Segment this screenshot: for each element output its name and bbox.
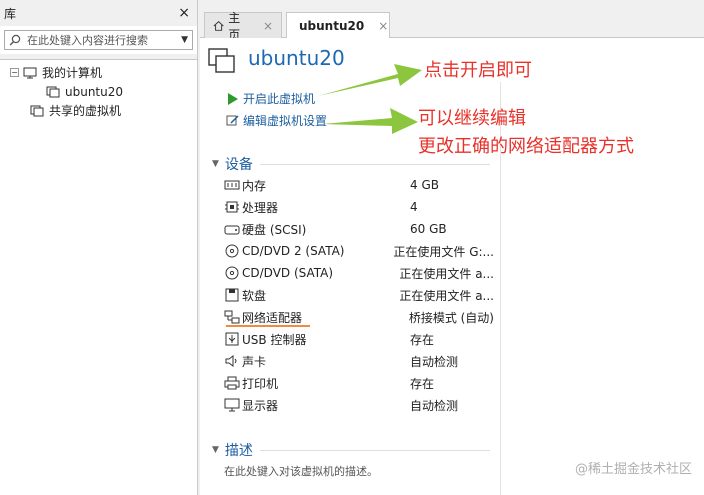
arrow-edit-settings (322, 108, 418, 134)
arrow-power-on (318, 64, 422, 96)
watermark: @稀土掘金技术社区 (574, 462, 692, 477)
annotation-edit-line1: 可以继续编辑 (418, 108, 526, 129)
annotation-edit-line2: 更改正确的网络适配器方式 (418, 136, 634, 157)
annotation-arrows (318, 64, 422, 134)
annotation-power-on: 点击开启即可 (424, 60, 532, 81)
